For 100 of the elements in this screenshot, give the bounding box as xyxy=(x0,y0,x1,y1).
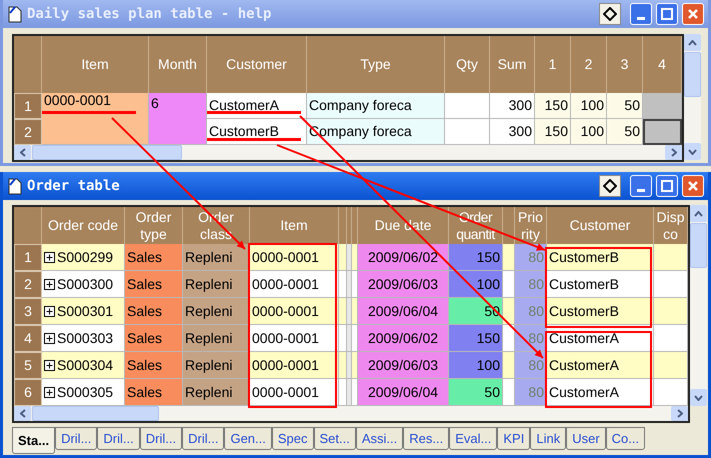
scroll-up-button[interactable] xyxy=(684,34,701,51)
column-header[interactable]: Order code xyxy=(42,207,125,244)
row-header[interactable]: 6 xyxy=(14,379,42,406)
tab[interactable]: User xyxy=(566,427,606,450)
table-cell: Sales xyxy=(125,298,183,325)
table-cell xyxy=(503,325,515,352)
column-header[interactable]: Customer xyxy=(207,36,307,93)
row-header[interactable]: 2 xyxy=(14,271,42,298)
column-header[interactable]: Qty xyxy=(445,36,490,93)
expand-icon[interactable] xyxy=(44,360,55,370)
table-cell xyxy=(503,244,515,271)
close-button[interactable] xyxy=(682,3,704,25)
column-header[interactable]: 4 xyxy=(643,36,682,93)
table-cell: CustomerB xyxy=(547,271,654,298)
row-header[interactable]: 3 xyxy=(14,298,42,325)
window-title: Daily sales plan table - help xyxy=(27,4,272,24)
tab[interactable]: Gen... xyxy=(224,427,272,450)
column-header[interactable]: Customer xyxy=(547,207,654,244)
scroll-thumb[interactable] xyxy=(684,52,701,97)
scroll-thumb[interactable] xyxy=(32,145,182,160)
column-header[interactable]: Item xyxy=(250,207,339,244)
minimize-button[interactable] xyxy=(630,3,652,25)
corner-header xyxy=(14,207,42,244)
table-cell xyxy=(654,271,688,298)
scroll-up-button[interactable] xyxy=(690,205,707,222)
tab[interactable]: Eval... xyxy=(449,427,498,450)
column-header[interactable]: Sum xyxy=(490,36,535,93)
tab[interactable]: Set... xyxy=(314,427,356,450)
scroll-down-button[interactable] xyxy=(690,389,707,406)
column-header[interactable]: 2 xyxy=(571,36,607,93)
document-icon xyxy=(7,5,23,23)
table-cell: Repleni xyxy=(183,352,250,379)
table-cell: 2009/06/04 xyxy=(358,379,449,406)
table-cell xyxy=(654,352,688,379)
order-code: S000300 xyxy=(57,274,114,294)
pin-button[interactable] xyxy=(599,175,621,197)
maximize-button[interactable] xyxy=(656,175,678,197)
table-cell: 80 xyxy=(515,271,547,298)
scroll-right-button[interactable] xyxy=(665,145,682,160)
minimize-button[interactable] xyxy=(630,175,652,197)
expand-icon[interactable] xyxy=(44,386,55,398)
maximize-button[interactable] xyxy=(656,3,678,25)
tab[interactable]: Dril... xyxy=(140,427,182,450)
table-cell[interactable] xyxy=(643,119,682,145)
column-header[interactable]: 3 xyxy=(607,36,643,93)
column-header[interactable]: Order type xyxy=(125,207,183,244)
row-header[interactable]: 5 xyxy=(14,352,42,379)
table-cell: 100 xyxy=(571,119,607,145)
tab[interactable]: Dril... xyxy=(55,427,98,450)
order-code: S000299 xyxy=(57,248,114,266)
pin-button[interactable] xyxy=(599,3,621,25)
table-cell xyxy=(654,244,688,271)
column-header[interactable]: Type xyxy=(307,36,445,93)
table-cell xyxy=(654,379,688,406)
tab[interactable]: Dril... xyxy=(182,427,224,450)
expand-icon[interactable] xyxy=(44,332,55,344)
table-cell: Repleni xyxy=(183,244,250,271)
tab[interactable]: Dril... xyxy=(97,427,140,450)
tab[interactable]: Res... xyxy=(403,427,450,450)
table-cell: 0000-0001 xyxy=(250,379,339,406)
row-header[interactable]: 1 xyxy=(14,244,42,271)
table-cell[interactable] xyxy=(643,93,682,119)
table-cell: 2009/06/02 xyxy=(358,244,449,271)
column-header[interactable]: Prio rity xyxy=(515,207,547,244)
minimize-icon xyxy=(637,189,645,192)
table-cell xyxy=(503,271,515,298)
scroll-thumb[interactable] xyxy=(690,223,707,268)
table-cell: Sales xyxy=(125,352,183,379)
row-header[interactable]: 1 xyxy=(14,93,42,119)
tab[interactable]: Link xyxy=(530,427,566,450)
expand-icon[interactable] xyxy=(44,306,55,316)
tab[interactable]: Co... xyxy=(606,427,646,450)
order-code: S000304 xyxy=(57,356,114,374)
scroll-down-button[interactable] xyxy=(684,143,701,160)
table-cell: CustomerA xyxy=(547,352,654,379)
table-cell: 150 xyxy=(535,93,571,119)
column-header[interactable]: Disp co xyxy=(654,207,688,244)
row-header[interactable]: 4 xyxy=(14,325,42,352)
expand-icon[interactable] xyxy=(44,252,55,262)
close-button[interactable] xyxy=(682,175,704,197)
tab[interactable]: Assi... xyxy=(356,427,404,450)
column-header[interactable]: Item xyxy=(42,36,149,93)
row-header[interactable]: 2 xyxy=(14,119,42,145)
tab[interactable]: Spec xyxy=(272,427,314,450)
table-cell xyxy=(503,298,515,325)
table-cell xyxy=(654,298,688,325)
scroll-left-button[interactable] xyxy=(14,145,31,160)
table-cell: 50 xyxy=(607,119,643,145)
column-header[interactable]: 1 xyxy=(535,36,571,93)
scroll-thumb[interactable] xyxy=(32,406,159,421)
tab[interactable]: Sta... xyxy=(12,427,56,454)
table-cell: 100 xyxy=(449,271,503,298)
tab[interactable]: KPI xyxy=(497,427,530,450)
scroll-right-button[interactable] xyxy=(671,406,688,421)
expand-icon[interactable] xyxy=(44,278,55,290)
table-cell: Repleni xyxy=(183,271,250,298)
table-cell: Sales xyxy=(125,379,183,406)
column-header[interactable]: Month xyxy=(149,36,207,93)
scroll-left-button[interactable] xyxy=(14,406,31,421)
corner-header xyxy=(14,36,42,93)
